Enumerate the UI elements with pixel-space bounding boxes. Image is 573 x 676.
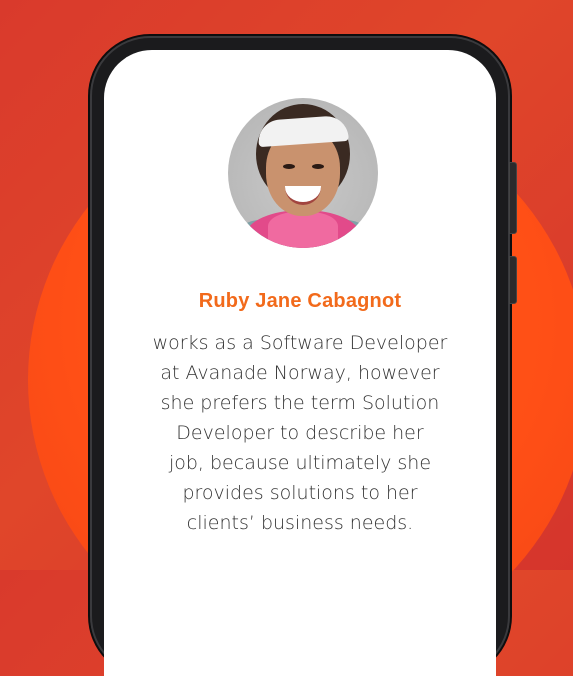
bio-line: she prefers the term Solution bbox=[160, 392, 440, 414]
bio-line: works as a Software Developer bbox=[152, 332, 448, 354]
bio-line: at Avanade Norway, however bbox=[160, 362, 440, 384]
bio-line: job, because ultimately she bbox=[168, 452, 432, 474]
phone-side-button bbox=[509, 162, 517, 234]
avatar bbox=[228, 98, 378, 248]
phone-side-button-small bbox=[509, 256, 517, 304]
bio-line: provides solutions to her bbox=[182, 482, 418, 504]
phone-frame: Ruby Jane Cabagnot works as a Software D… bbox=[90, 36, 517, 676]
profile-bio: works as a Software Developer at Avanade… bbox=[120, 328, 480, 538]
phone-screen: Ruby Jane Cabagnot works as a Software D… bbox=[104, 50, 496, 676]
bio-line: clients’ business needs. bbox=[186, 512, 414, 534]
bio-line: Developer to describe her bbox=[176, 422, 424, 444]
profile-name: Ruby Jane Cabagnot bbox=[198, 290, 402, 312]
